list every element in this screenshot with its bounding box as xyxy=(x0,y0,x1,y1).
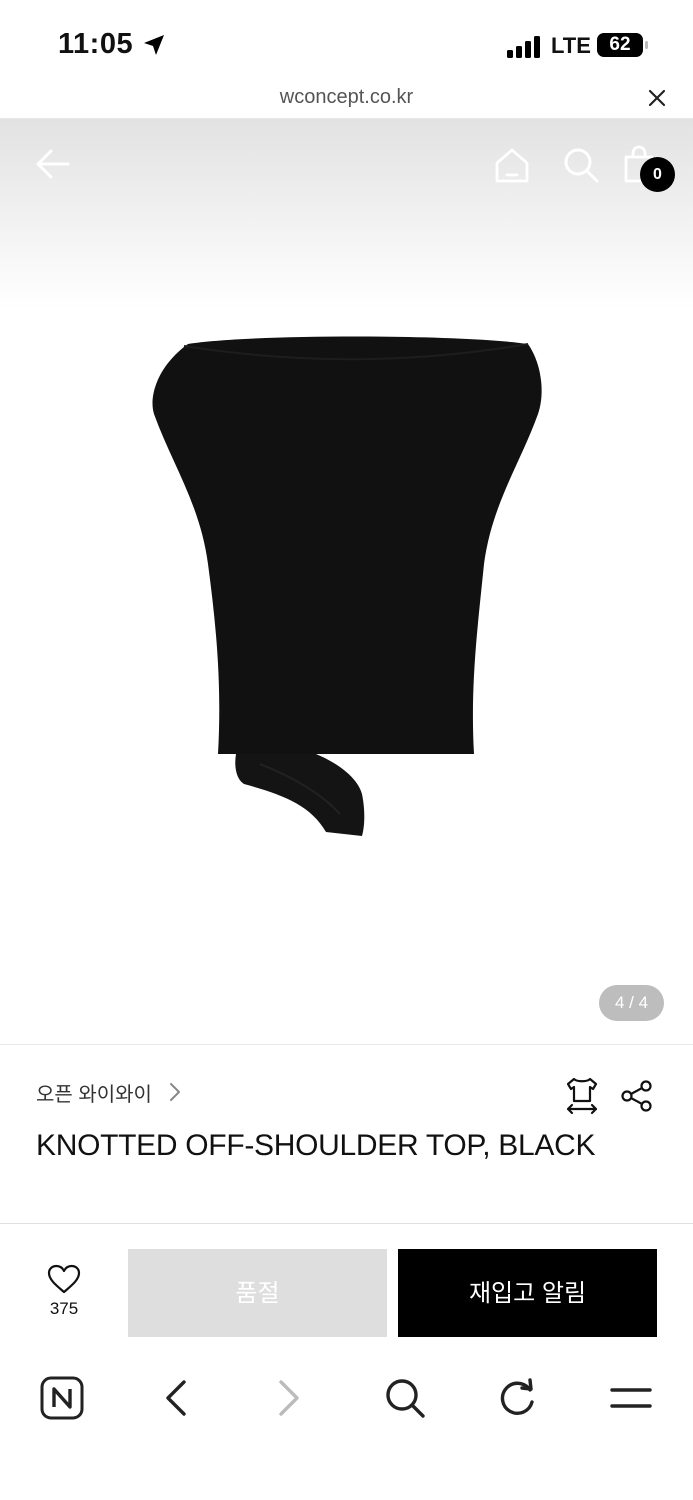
status-bar: 11:05 LTE 62 xyxy=(0,0,693,88)
restock-alert-button[interactable]: 재입고 알림 xyxy=(398,1249,657,1337)
network-type: LTE xyxy=(551,33,591,58)
product-title: KNOTTED OFF-SHOULDER TOP, BLACK xyxy=(36,1129,596,1162)
menu-icon[interactable] xyxy=(609,1376,653,1425)
search-icon[interactable] xyxy=(561,145,601,190)
naver-icon[interactable] xyxy=(40,1376,84,1425)
signal-icon xyxy=(507,36,543,63)
reload-icon[interactable] xyxy=(497,1376,537,1425)
like-count: 375 xyxy=(49,1299,79,1318)
chevron-right-icon[interactable] xyxy=(168,1081,182,1108)
browser-forward-icon xyxy=(275,1376,305,1425)
browser-search-icon[interactable] xyxy=(383,1376,427,1425)
share-icon[interactable] xyxy=(620,1079,654,1118)
browser-toolbar xyxy=(0,1354,693,1500)
gallery-pager: 4 / 4 xyxy=(599,985,664,1021)
cart-count-badge[interactable]: 0 xyxy=(640,157,675,192)
close-icon[interactable] xyxy=(646,87,668,114)
product-image[interactable] xyxy=(140,324,560,849)
url-bar[interactable]: wconcept.co.kr xyxy=(0,78,693,119)
like-button[interactable]: 375 xyxy=(32,1264,96,1319)
brand-link[interactable]: 오픈 와이와이 xyxy=(36,1078,152,1107)
product-gallery[interactable]: 0 4 / 4 xyxy=(0,119,693,1044)
heart-icon[interactable] xyxy=(47,1264,81,1298)
battery-tip xyxy=(645,41,648,49)
location-arrow-icon xyxy=(142,33,166,62)
url-text[interactable]: wconcept.co.kr xyxy=(0,86,693,109)
battery-level: 62 xyxy=(597,33,643,57)
purchase-bar: 375 품절 재입고 알림 xyxy=(0,1223,693,1355)
size-guide-icon[interactable] xyxy=(564,1075,600,1120)
product-info: 오픈 와이와이 KNOTTED OFF-SHOULDER TOP, BLACK xyxy=(0,1044,693,1225)
status-time: 11:05 xyxy=(58,28,134,60)
home-icon[interactable] xyxy=(492,145,532,190)
back-arrow-icon[interactable] xyxy=(34,145,72,188)
browser-back-icon[interactable] xyxy=(160,1376,190,1425)
sold-out-button[interactable]: 품절 xyxy=(128,1249,387,1337)
